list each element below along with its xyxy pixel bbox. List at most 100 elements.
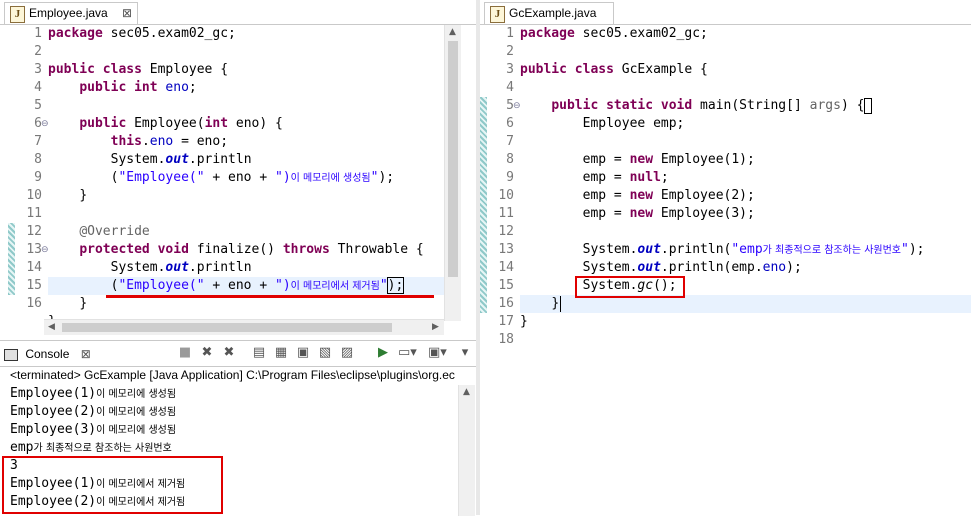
line-number: 4 [506, 80, 514, 95]
scroll-up-icon[interactable]: ▲ [449, 27, 456, 37]
code-text: + eno + [204, 278, 275, 293]
code-line: package sec05.exam02_gc; [48, 25, 236, 43]
line-number: 12 [26, 224, 42, 239]
console-output-line: Employee(2)이 메모리에 생성됨 [10, 403, 176, 422]
code-text: = eno; [173, 134, 229, 149]
line-number: 4 [34, 80, 42, 95]
code-string: "emp [731, 242, 763, 257]
scroll-left-icon[interactable]: ◀ [48, 322, 55, 332]
console-text-korean: 가 최종적으로 참조하는 사원번호 [33, 443, 172, 454]
line-number: 5 [34, 98, 42, 113]
view-menu-icon[interactable]: ▣▾ [428, 344, 447, 362]
code-text: ); [786, 260, 802, 275]
word-wrap-icon[interactable]: ▦ [272, 344, 290, 362]
gc-call-red-box-annotation [575, 276, 685, 298]
close-icon[interactable]: ⊠ [122, 3, 132, 24]
bracket-match-marker [864, 98, 872, 114]
code-text: ; [188, 80, 197, 95]
code-line: } [520, 295, 559, 313]
code-text: ); [386, 277, 405, 294]
tab-console[interactable]: Console ⊠ [4, 344, 96, 364]
close-icon[interactable]: ⊠ [81, 347, 91, 361]
code-text: emp = [582, 170, 630, 185]
remove-all-icon[interactable]: ✖ [220, 344, 238, 362]
code-line: public static void main(String[] args) { [520, 97, 864, 115]
line-number: 15 [498, 278, 514, 293]
line-number: 7 [506, 134, 514, 149]
code-line: } [520, 313, 528, 331]
line-number: 14 [26, 260, 42, 275]
code-line: } [48, 187, 87, 205]
code-keyword: protected [79, 242, 150, 257]
code-string: " [379, 278, 388, 293]
line-number: 15 [26, 278, 42, 293]
left-editor-tabbar: J Employee.java ⊠ [0, 0, 476, 25]
code-keyword: class [574, 62, 614, 77]
line-number: 13 [498, 242, 514, 257]
code-text: Employee { [141, 62, 229, 77]
right-code-editor[interactable]: 1 2 3 4 5 6 7 8 9 10 11 12 13 14 15 16 1… [480, 25, 971, 515]
code-line: emp = new Employee(3); [520, 205, 755, 223]
display-console-icon[interactable]: ▧ [316, 344, 334, 362]
code-text: . [141, 134, 150, 149]
scroll-up-icon[interactable]: ▲ [463, 387, 470, 397]
code-string-korean: 이 메모리에서 제거됨 [290, 281, 380, 292]
left-code-editor[interactable]: 1 2 3 4 5 6 7 8 9 10 11 12 13 14 15 16 ⊖… [8, 25, 460, 321]
code-keyword: public [79, 80, 127, 95]
left-editor-vertical-scrollbar[interactable]: ▲ [444, 25, 461, 321]
view-menu-icon[interactable]: ▭▾ [398, 344, 417, 362]
tab-gcexample-java[interactable]: J GcExample.java [484, 2, 614, 24]
remove-launch-icon[interactable]: ✖ [198, 344, 216, 362]
code-string: "Employee(" [118, 278, 205, 293]
scroll-thumb[interactable] [448, 41, 458, 277]
code-text: sec05.exam02_gc; [102, 26, 236, 41]
code-text: Throwable { [329, 242, 424, 257]
code-line: System.out.println("emp가 최종적으로 참조하는 사원번호… [520, 241, 925, 260]
console-vertical-scrollbar[interactable]: ▲ [458, 385, 475, 516]
line-number: 3 [34, 62, 42, 77]
line-number: 7 [34, 134, 42, 149]
code-keyword: void [660, 98, 693, 113]
code-text: .println [188, 260, 252, 275]
left-editor-horizontal-scrollbar[interactable]: ◀ ▶ [44, 319, 444, 335]
line-number: 11 [26, 206, 42, 221]
code-line: System.out.println(emp.eno); [520, 259, 802, 277]
pin-icon[interactable]: ▣ [294, 344, 312, 362]
open-console-icon[interactable]: ▨ [338, 344, 356, 362]
line-number: 6 [34, 116, 42, 131]
console-icon [4, 348, 18, 361]
code-line: Employee emp; [520, 115, 685, 133]
code-text: .println [188, 152, 252, 167]
code-text: System. [582, 260, 638, 275]
scroll-right-icon[interactable]: ▶ [432, 322, 439, 332]
scroll-lock-icon[interactable]: ▤ [250, 344, 268, 362]
line-number: 8 [34, 152, 42, 167]
console-text: emp [10, 440, 34, 455]
code-field: eno [165, 80, 189, 95]
console-output-line: Employee(3)이 메모리에 생성됨 [10, 421, 176, 440]
console-text: Employee(1) [10, 386, 97, 401]
new-console-icon[interactable]: ▶ [374, 344, 392, 362]
console-tabbar: Console ⊠ ■ ✖ ✖ ▤ ▦ ▣ ▧ ▨ ▶ ▭▾ ▣▾ ▾ [0, 341, 476, 367]
view-menu-icon[interactable]: ▾ [456, 344, 474, 362]
console-red-box-annotation [2, 456, 223, 514]
line-number: 5 [506, 98, 514, 113]
code-keyword: public [48, 62, 95, 77]
line-number: 10 [26, 188, 42, 203]
code-text: } [79, 188, 88, 203]
code-string-korean: 가 최종적으로 참조하는 사원번호 [762, 245, 902, 256]
stop-icon[interactable]: ■ [176, 344, 194, 362]
scroll-thumb[interactable] [62, 323, 392, 332]
tab-employee-java[interactable]: J Employee.java ⊠ [4, 2, 138, 24]
code-text: emp = [582, 188, 630, 203]
